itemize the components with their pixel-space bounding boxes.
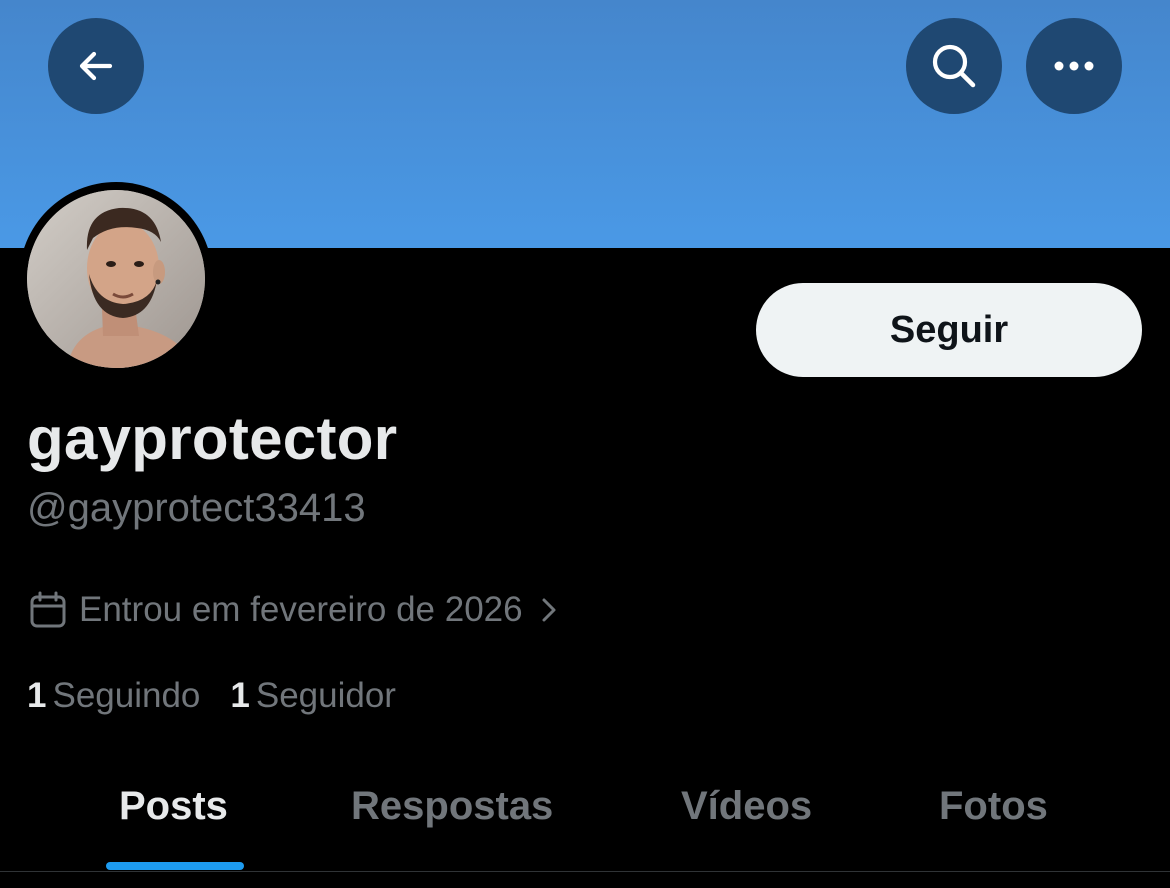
profile-display-name: gayprotector <box>27 405 398 472</box>
active-tab-indicator <box>106 862 244 870</box>
back-button[interactable] <box>48 18 144 114</box>
profile-handle: @gayprotect33413 <box>27 486 366 530</box>
followers-stat[interactable]: 1 Seguidor <box>230 676 396 716</box>
joined-date-row[interactable]: Entrou em fevereiro de 2026 <box>29 590 561 630</box>
follow-button[interactable]: Seguir <box>756 283 1142 377</box>
avatar[interactable] <box>27 190 205 368</box>
more-horizontal-icon <box>1054 61 1094 71</box>
followers-label: Seguidor <box>255 676 396 715</box>
profile-page: Seguir gayprotector @gayprotect33413 Ent… <box>0 0 1170 888</box>
following-label: Seguindo <box>52 676 201 715</box>
tab-fotos[interactable]: Fotos <box>939 784 1048 829</box>
joined-date-text: Entrou em fevereiro de 2026 <box>79 590 523 629</box>
follow-stats: 1 Seguindo 1 Seguidor <box>27 676 396 716</box>
search-icon <box>932 44 976 88</box>
arrow-left-icon <box>79 51 113 81</box>
search-button[interactable] <box>906 18 1002 114</box>
tab-posts[interactable]: Posts <box>119 784 228 829</box>
tab-videos[interactable]: Vídeos <box>681 784 812 829</box>
calendar-icon <box>30 591 66 628</box>
following-count: 1 <box>27 676 47 715</box>
tab-respostas[interactable]: Respostas <box>351 784 553 829</box>
avatar-photo <box>27 190 205 368</box>
more-options-button[interactable] <box>1026 18 1122 114</box>
profile-tabs: Posts Respostas Vídeos Fotos <box>0 760 1170 872</box>
following-stat[interactable]: 1 Seguindo <box>27 676 200 716</box>
chevron-right-icon <box>542 598 556 622</box>
followers-count: 1 <box>230 676 250 715</box>
tabs-divider <box>0 871 1170 872</box>
